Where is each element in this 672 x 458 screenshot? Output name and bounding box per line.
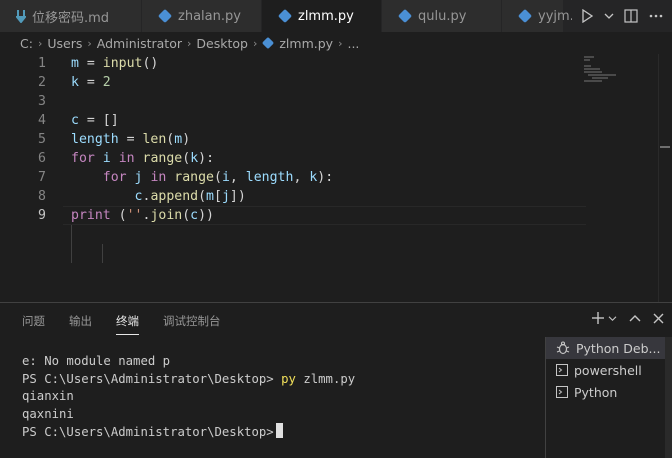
tab-problems[interactable]: 问题 (22, 305, 45, 337)
terminal-command: py (273, 371, 296, 386)
vertical-scrollbar[interactable] (658, 54, 672, 302)
scrollbar-cursor-marker (660, 146, 670, 148)
panel-actions (579, 311, 664, 325)
terminal-line: e: No module named p (22, 354, 171, 368)
line-number: 2 (38, 75, 46, 90)
panel-tabs: 问题 输出 终端 调试控制台 (0, 303, 245, 339)
python-icon (278, 9, 292, 23)
tab-markdown-file[interactable]: 位移密码.md (0, 0, 142, 32)
chevron-right-icon: › (252, 36, 258, 50)
code-line[interactable] (71, 92, 576, 111)
tab-label: zlmm.py (298, 8, 354, 24)
code-line[interactable]: for j in range(i, length, k): (71, 168, 576, 187)
debug-icon (556, 341, 570, 355)
tab-terminal[interactable]: 终端 (116, 305, 139, 337)
terminal-line: PS C:\Users\Administrator\Desktop> py zl… (22, 371, 542, 389)
tab-yyjm-py[interactable]: yyjm.p (502, 0, 582, 32)
terminal-cursor (275, 423, 283, 438)
line-number: 6 (38, 151, 46, 166)
tab-output[interactable]: 输出 (69, 305, 92, 337)
chevron-down-icon[interactable] (608, 315, 617, 322)
breadcrumb-users[interactable]: Users (47, 36, 82, 51)
tab-qulu-py[interactable]: qulu.py (382, 0, 502, 32)
indent-guide (102, 244, 103, 263)
terminal-item-label: powershell (574, 362, 642, 378)
code-line-current[interactable]: print (''.join(c)) (63, 206, 586, 225)
chevron-up-icon[interactable] (629, 314, 641, 322)
add-terminal-icon[interactable] (591, 311, 605, 325)
code-line[interactable]: k = 2 (71, 73, 576, 92)
line-number: 3 (38, 94, 46, 109)
indent-guide (71, 225, 72, 263)
code-lines[interactable]: m = input() k = 2 c = [] length = len(m)… (63, 54, 586, 225)
line-number: 5 (38, 132, 46, 147)
terminal-prompt: PS C:\Users\Administrator\Desktop> (22, 371, 274, 386)
chevron-right-icon: › (87, 36, 92, 50)
chevron-right-icon: › (338, 36, 343, 50)
code-line[interactable]: length = len(m) (71, 130, 576, 149)
more-icon[interactable] (649, 14, 663, 18)
line-number: 8 (38, 189, 46, 204)
tab-label: qulu.py (418, 8, 467, 24)
terminal-line: qaxnini (22, 406, 74, 421)
terminal-prompt: PS C:\Users\Administrator\Desktop> (22, 425, 274, 439)
breadcrumb: C: › Users › Administrator › Desktop › z… (0, 32, 672, 54)
terminal-output[interactable]: e: No module named p PS C:\Users\Adminis… (22, 353, 542, 441)
split-editor-icon[interactable] (624, 9, 638, 23)
bottom-panel: 问题 输出 终端 调试控制台 e: No module named p PS C… (0, 302, 672, 458)
close-icon[interactable] (653, 313, 664, 324)
tab-label: zhalan.py (178, 8, 241, 24)
python-icon (158, 9, 172, 23)
code-line[interactable]: for i in range(k): (71, 149, 576, 168)
line-number: 7 (38, 170, 46, 185)
line-number: 4 (38, 113, 46, 128)
breadcrumb-file[interactable]: zlmm.py (279, 36, 333, 51)
breadcrumb-drive[interactable]: C: (20, 36, 33, 51)
terminal-args: zlmm.py (295, 371, 356, 386)
tab-zhalan-py[interactable]: zhalan.py (142, 0, 262, 32)
line-number-gutter: 1 2 3 4 5 6 7 8 9 (0, 54, 58, 225)
code-line[interactable]: c = [] (71, 111, 576, 130)
chevron-right-icon: › (37, 36, 43, 50)
terminal-item-python[interactable]: Python (546, 381, 665, 403)
terminal-line: qianxin (22, 389, 74, 403)
terminal-item-label: Python (574, 384, 618, 400)
tab-zlmm-py[interactable]: zlmm.py (262, 0, 382, 32)
python-icon (398, 9, 412, 23)
terminal-list: Python Deb... powershell Python (545, 337, 665, 458)
markdown-icon (16, 9, 26, 23)
run-icon[interactable] (581, 9, 594, 23)
python-icon (518, 9, 532, 23)
terminal-item-powershell[interactable]: powershell (546, 359, 665, 381)
minimap[interactable] (576, 54, 658, 302)
code-editor[interactable]: 1 2 3 4 5 6 7 8 9 m = input() k = 2 c = … (0, 54, 672, 302)
terminal-icon (556, 364, 568, 376)
chevron-right-icon: › (187, 36, 192, 50)
breadcrumb-ellipsis[interactable]: ... (347, 36, 359, 51)
tab-debug-console[interactable]: 调试控制台 (163, 305, 221, 337)
breadcrumb-desktop[interactable]: Desktop (196, 36, 248, 51)
terminal-item-python-debug[interactable]: Python Deb... (546, 337, 665, 359)
editor-actions (572, 0, 672, 32)
chevron-down-icon[interactable] (604, 12, 614, 20)
code-line[interactable]: c.append(m[j]) (71, 187, 576, 206)
breadcrumb-administrator[interactable]: Administrator (97, 36, 182, 51)
panel-scrollbar[interactable] (665, 337, 672, 458)
line-number: 9 (38, 208, 46, 223)
terminal-line: PS C:\Users\Administrator\Desktop> (22, 423, 542, 441)
python-icon (262, 37, 274, 49)
tab-label: 位移密码.md (32, 10, 110, 26)
terminal-icon (556, 386, 568, 398)
code-line[interactable]: m = input() (71, 54, 576, 73)
line-number: 1 (38, 56, 46, 71)
terminal-item-label: Python Deb... (576, 340, 661, 356)
